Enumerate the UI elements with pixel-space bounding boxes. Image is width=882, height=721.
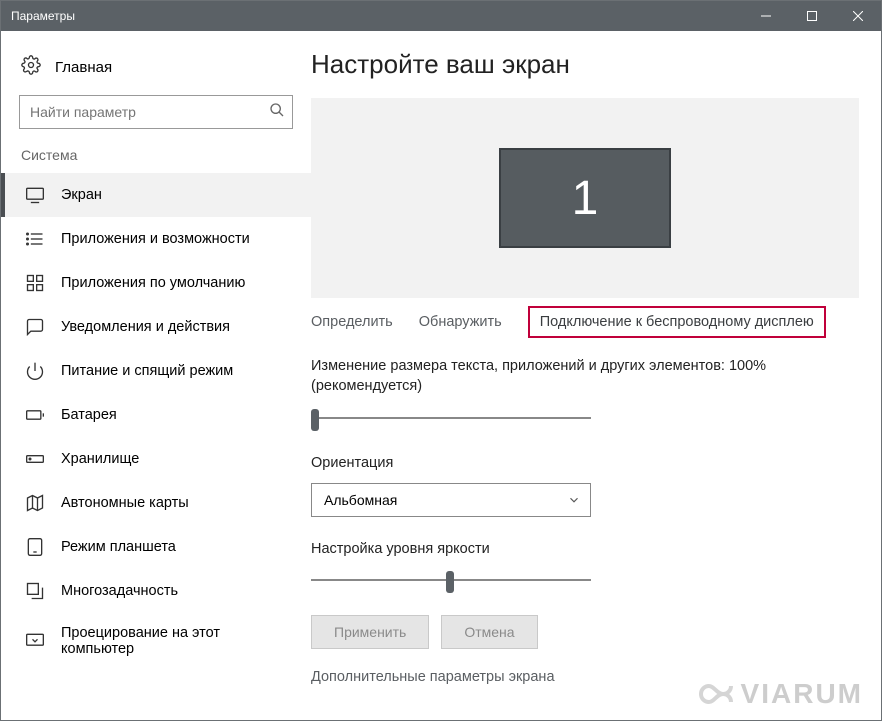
- power-icon: [25, 361, 45, 381]
- detect-link[interactable]: Обнаружить: [419, 314, 502, 330]
- battery-icon: [25, 405, 45, 425]
- window-controls: [743, 1, 881, 31]
- sidebar-item-offline-maps[interactable]: Автономные карты: [1, 481, 311, 525]
- identify-link[interactable]: Определить: [311, 314, 393, 330]
- sidebar-item-multitasking[interactable]: Многозадачность: [1, 569, 311, 613]
- minimize-icon: [761, 11, 771, 21]
- monitor-tile[interactable]: 1: [499, 148, 671, 248]
- sidebar-item-display[interactable]: Экран: [1, 173, 311, 217]
- nav-list: Экран Приложения и возможности Приложени…: [1, 173, 311, 669]
- sidebar-item-storage[interactable]: Хранилище: [1, 437, 311, 481]
- maximize-button[interactable]: [789, 1, 835, 31]
- sidebar-item-label: Уведомления и действия: [61, 319, 230, 335]
- cancel-button[interactable]: Отмена: [441, 615, 537, 649]
- titlebar: Параметры: [1, 1, 881, 31]
- sidebar-item-label: Автономные карты: [61, 495, 189, 511]
- monitor-icon: [25, 185, 45, 205]
- orientation-label: Ориентация: [311, 453, 859, 473]
- search-input[interactable]: [19, 95, 293, 129]
- slider-thumb[interactable]: [311, 409, 319, 431]
- sidebar-item-label: Приложения и возможности: [61, 231, 250, 247]
- search-icon: [269, 102, 285, 123]
- layers-icon: [25, 581, 45, 601]
- maximize-icon: [807, 11, 817, 21]
- search-container: [19, 95, 293, 129]
- sidebar-item-power-sleep[interactable]: Питание и спящий режим: [1, 349, 311, 393]
- minimize-button[interactable]: [743, 1, 789, 31]
- sidebar-item-label: Экран: [61, 187, 102, 203]
- sidebar-item-label: Многозадачность: [61, 583, 178, 599]
- brightness-label: Настройка уровня яркости: [311, 539, 859, 559]
- display-preview[interactable]: 1: [311, 98, 859, 298]
- home-button[interactable]: Главная: [1, 45, 311, 91]
- list-icon: [25, 229, 45, 249]
- advanced-display-link[interactable]: Дополнительные параметры экрана: [311, 669, 859, 685]
- window-title: Параметры: [1, 9, 743, 23]
- brightness-slider[interactable]: [311, 569, 591, 593]
- wireless-display-link[interactable]: Подключение к беспроводному дисплею: [528, 306, 826, 338]
- close-button[interactable]: [835, 1, 881, 31]
- sidebar-item-label: Режим планшета: [61, 539, 176, 555]
- message-icon: [25, 317, 45, 337]
- button-row: Применить Отмена: [311, 615, 859, 649]
- sidebar-item-label: Приложения по умолчанию: [61, 275, 245, 291]
- sidebar-item-projecting[interactable]: Проецирование на этот компьютер: [1, 613, 311, 669]
- sidebar-item-label: Хранилище: [61, 451, 139, 467]
- sidebar-item-default-apps[interactable]: Приложения по умолчанию: [1, 261, 311, 305]
- orientation-value: Альбомная: [324, 492, 397, 508]
- sidebar-item-battery[interactable]: Батарея: [1, 393, 311, 437]
- window-body: Главная Система Экран Приложен: [1, 31, 881, 720]
- map-icon: [25, 493, 45, 513]
- sidebar-item-apps-features[interactable]: Приложения и возможности: [1, 217, 311, 261]
- grid-icon: [25, 273, 45, 293]
- gear-icon: [21, 55, 41, 79]
- orientation-select[interactable]: Альбомная: [311, 483, 591, 517]
- sidebar-item-label: Питание и спящий режим: [61, 363, 233, 379]
- close-icon: [853, 11, 863, 21]
- slider-thumb[interactable]: [446, 571, 454, 593]
- section-label: Система: [1, 143, 311, 173]
- project-icon: [25, 631, 45, 651]
- main-panel: Настройте ваш экран 1 Определить Обнаруж…: [311, 31, 881, 720]
- page-title: Настройте ваш экран: [311, 49, 859, 80]
- sidebar: Главная Система Экран Приложен: [1, 31, 311, 720]
- tablet-icon: [25, 537, 45, 557]
- sidebar-item-notifications[interactable]: Уведомления и действия: [1, 305, 311, 349]
- sidebar-item-label: Батарея: [61, 407, 117, 423]
- slider-track: [311, 417, 591, 419]
- scaling-label: Изменение размера текста, приложений и д…: [311, 356, 859, 397]
- drive-icon: [25, 449, 45, 469]
- sidebar-item-tablet-mode[interactable]: Режим планшета: [1, 525, 311, 569]
- sidebar-item-label: Проецирование на этот компьютер: [61, 625, 291, 657]
- settings-window: Параметры Главная: [0, 0, 882, 721]
- chevron-down-icon: [567, 493, 581, 512]
- scaling-slider[interactable]: [311, 407, 591, 431]
- display-actions-row: Определить Обнаружить Подключение к бесп…: [311, 306, 859, 338]
- home-label: Главная: [55, 59, 112, 76]
- apply-button[interactable]: Применить: [311, 615, 429, 649]
